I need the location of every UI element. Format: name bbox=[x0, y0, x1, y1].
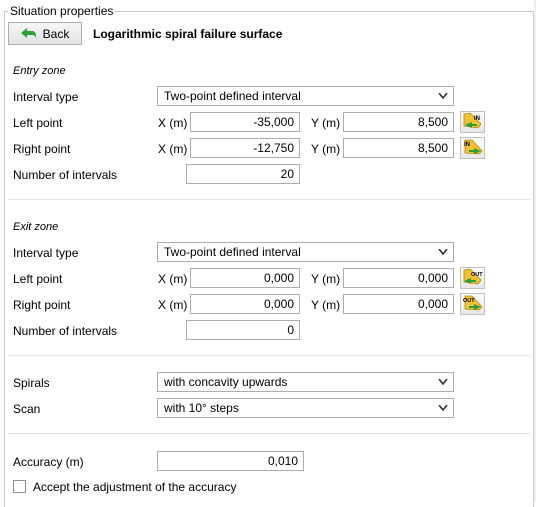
exit-left-x-label: X (m) bbox=[158, 272, 188, 286]
entry-left-y-input[interactable]: 8,500 bbox=[343, 112, 454, 132]
entry-right-y-input[interactable]: 8,500 bbox=[343, 138, 454, 158]
entry-left-y-label: Y (m) bbox=[311, 116, 341, 130]
exit-intervals-label: Number of intervals bbox=[13, 324, 118, 338]
accuracy-label: Accuracy (m) bbox=[13, 455, 84, 469]
entry-left-x-input[interactable]: -35,000 bbox=[190, 112, 300, 132]
accept-adjustment-label[interactable]: Accept the adjustment of the accuracy bbox=[33, 480, 236, 494]
exit-left-point-label: Left point bbox=[13, 272, 63, 286]
back-arrow-icon bbox=[20, 27, 37, 40]
entry-interval-type-label: Interval type bbox=[13, 90, 79, 104]
pick-in-right-text: IN bbox=[464, 142, 470, 148]
pick-in-left-icon: IN bbox=[462, 112, 484, 133]
entry-right-point-label: Right point bbox=[13, 142, 71, 156]
spirals-select[interactable]: with concavity upwards bbox=[157, 372, 454, 392]
chevron-down-icon bbox=[433, 373, 453, 391]
pick-entry-left-button[interactable]: IN bbox=[460, 111, 485, 133]
chevron-down-icon bbox=[433, 399, 453, 417]
entry-left-x-label: X (m) bbox=[158, 116, 188, 130]
entry-intervals-label: Number of intervals bbox=[13, 168, 118, 182]
entry-right-x-label: X (m) bbox=[158, 142, 188, 156]
pick-exit-right-button[interactable]: OUT bbox=[460, 293, 485, 315]
exit-interval-type-label: Interval type bbox=[13, 246, 79, 260]
pick-out-left-icon: OUT bbox=[462, 268, 484, 289]
pick-out-right-text: OUT bbox=[463, 298, 475, 304]
entry-zone-heading: Entry zone bbox=[13, 65, 66, 77]
group-title: Situation properties bbox=[8, 4, 116, 18]
accept-adjustment-checkbox[interactable] bbox=[13, 480, 26, 493]
exit-intervals-input[interactable]: 0 bbox=[186, 320, 300, 340]
entry-interval-type-select[interactable]: Two-point defined interval bbox=[157, 86, 454, 106]
scan-value: with 10° steps bbox=[164, 401, 239, 415]
entry-separator bbox=[8, 199, 530, 200]
exit-separator bbox=[8, 355, 530, 356]
scan-select[interactable]: with 10° steps bbox=[157, 398, 454, 418]
exit-right-point-label: Right point bbox=[13, 298, 71, 312]
scan-separator bbox=[8, 433, 530, 434]
entry-left-point-label: Left point bbox=[13, 116, 63, 130]
exit-right-x-label: X (m) bbox=[158, 298, 188, 312]
exit-interval-type-select[interactable]: Two-point defined interval bbox=[157, 242, 454, 262]
pick-out-right-icon: OUT bbox=[462, 294, 484, 315]
pick-in-left-text: IN bbox=[474, 116, 480, 122]
exit-right-y-label: Y (m) bbox=[311, 298, 341, 312]
spirals-label: Spirals bbox=[13, 376, 50, 390]
chevron-down-icon bbox=[433, 243, 453, 261]
exit-left-y-label: Y (m) bbox=[311, 272, 341, 286]
scan-label: Scan bbox=[13, 402, 41, 416]
entry-right-x-input[interactable]: -12,750 bbox=[190, 138, 300, 158]
pick-exit-left-button[interactable]: OUT bbox=[460, 267, 485, 289]
pick-out-left-text: OUT bbox=[471, 272, 483, 278]
entry-right-y-label: Y (m) bbox=[311, 142, 341, 156]
accuracy-input[interactable]: 0,010 bbox=[157, 451, 304, 471]
entry-interval-type-value: Two-point defined interval bbox=[164, 89, 301, 103]
exit-zone-heading: Exit zone bbox=[13, 221, 59, 233]
entry-intervals-input[interactable]: 20 bbox=[186, 164, 300, 184]
exit-left-y-input[interactable]: 0,000 bbox=[343, 268, 454, 288]
chevron-down-icon bbox=[433, 87, 453, 105]
page-title: Logarithmic spiral failure surface bbox=[93, 27, 283, 41]
exit-left-x-input[interactable]: 0,000 bbox=[190, 268, 300, 288]
pick-entry-right-button[interactable]: IN bbox=[460, 137, 485, 159]
pick-in-right-icon: IN bbox=[462, 138, 484, 159]
exit-interval-type-value: Two-point defined interval bbox=[164, 245, 301, 259]
back-button-label: Back bbox=[42, 26, 70, 41]
exit-right-y-input[interactable]: 0,000 bbox=[343, 294, 454, 314]
back-button[interactable]: Back bbox=[8, 22, 82, 45]
spirals-value: with concavity upwards bbox=[164, 375, 288, 389]
exit-right-x-input[interactable]: 0,000 bbox=[190, 294, 300, 314]
